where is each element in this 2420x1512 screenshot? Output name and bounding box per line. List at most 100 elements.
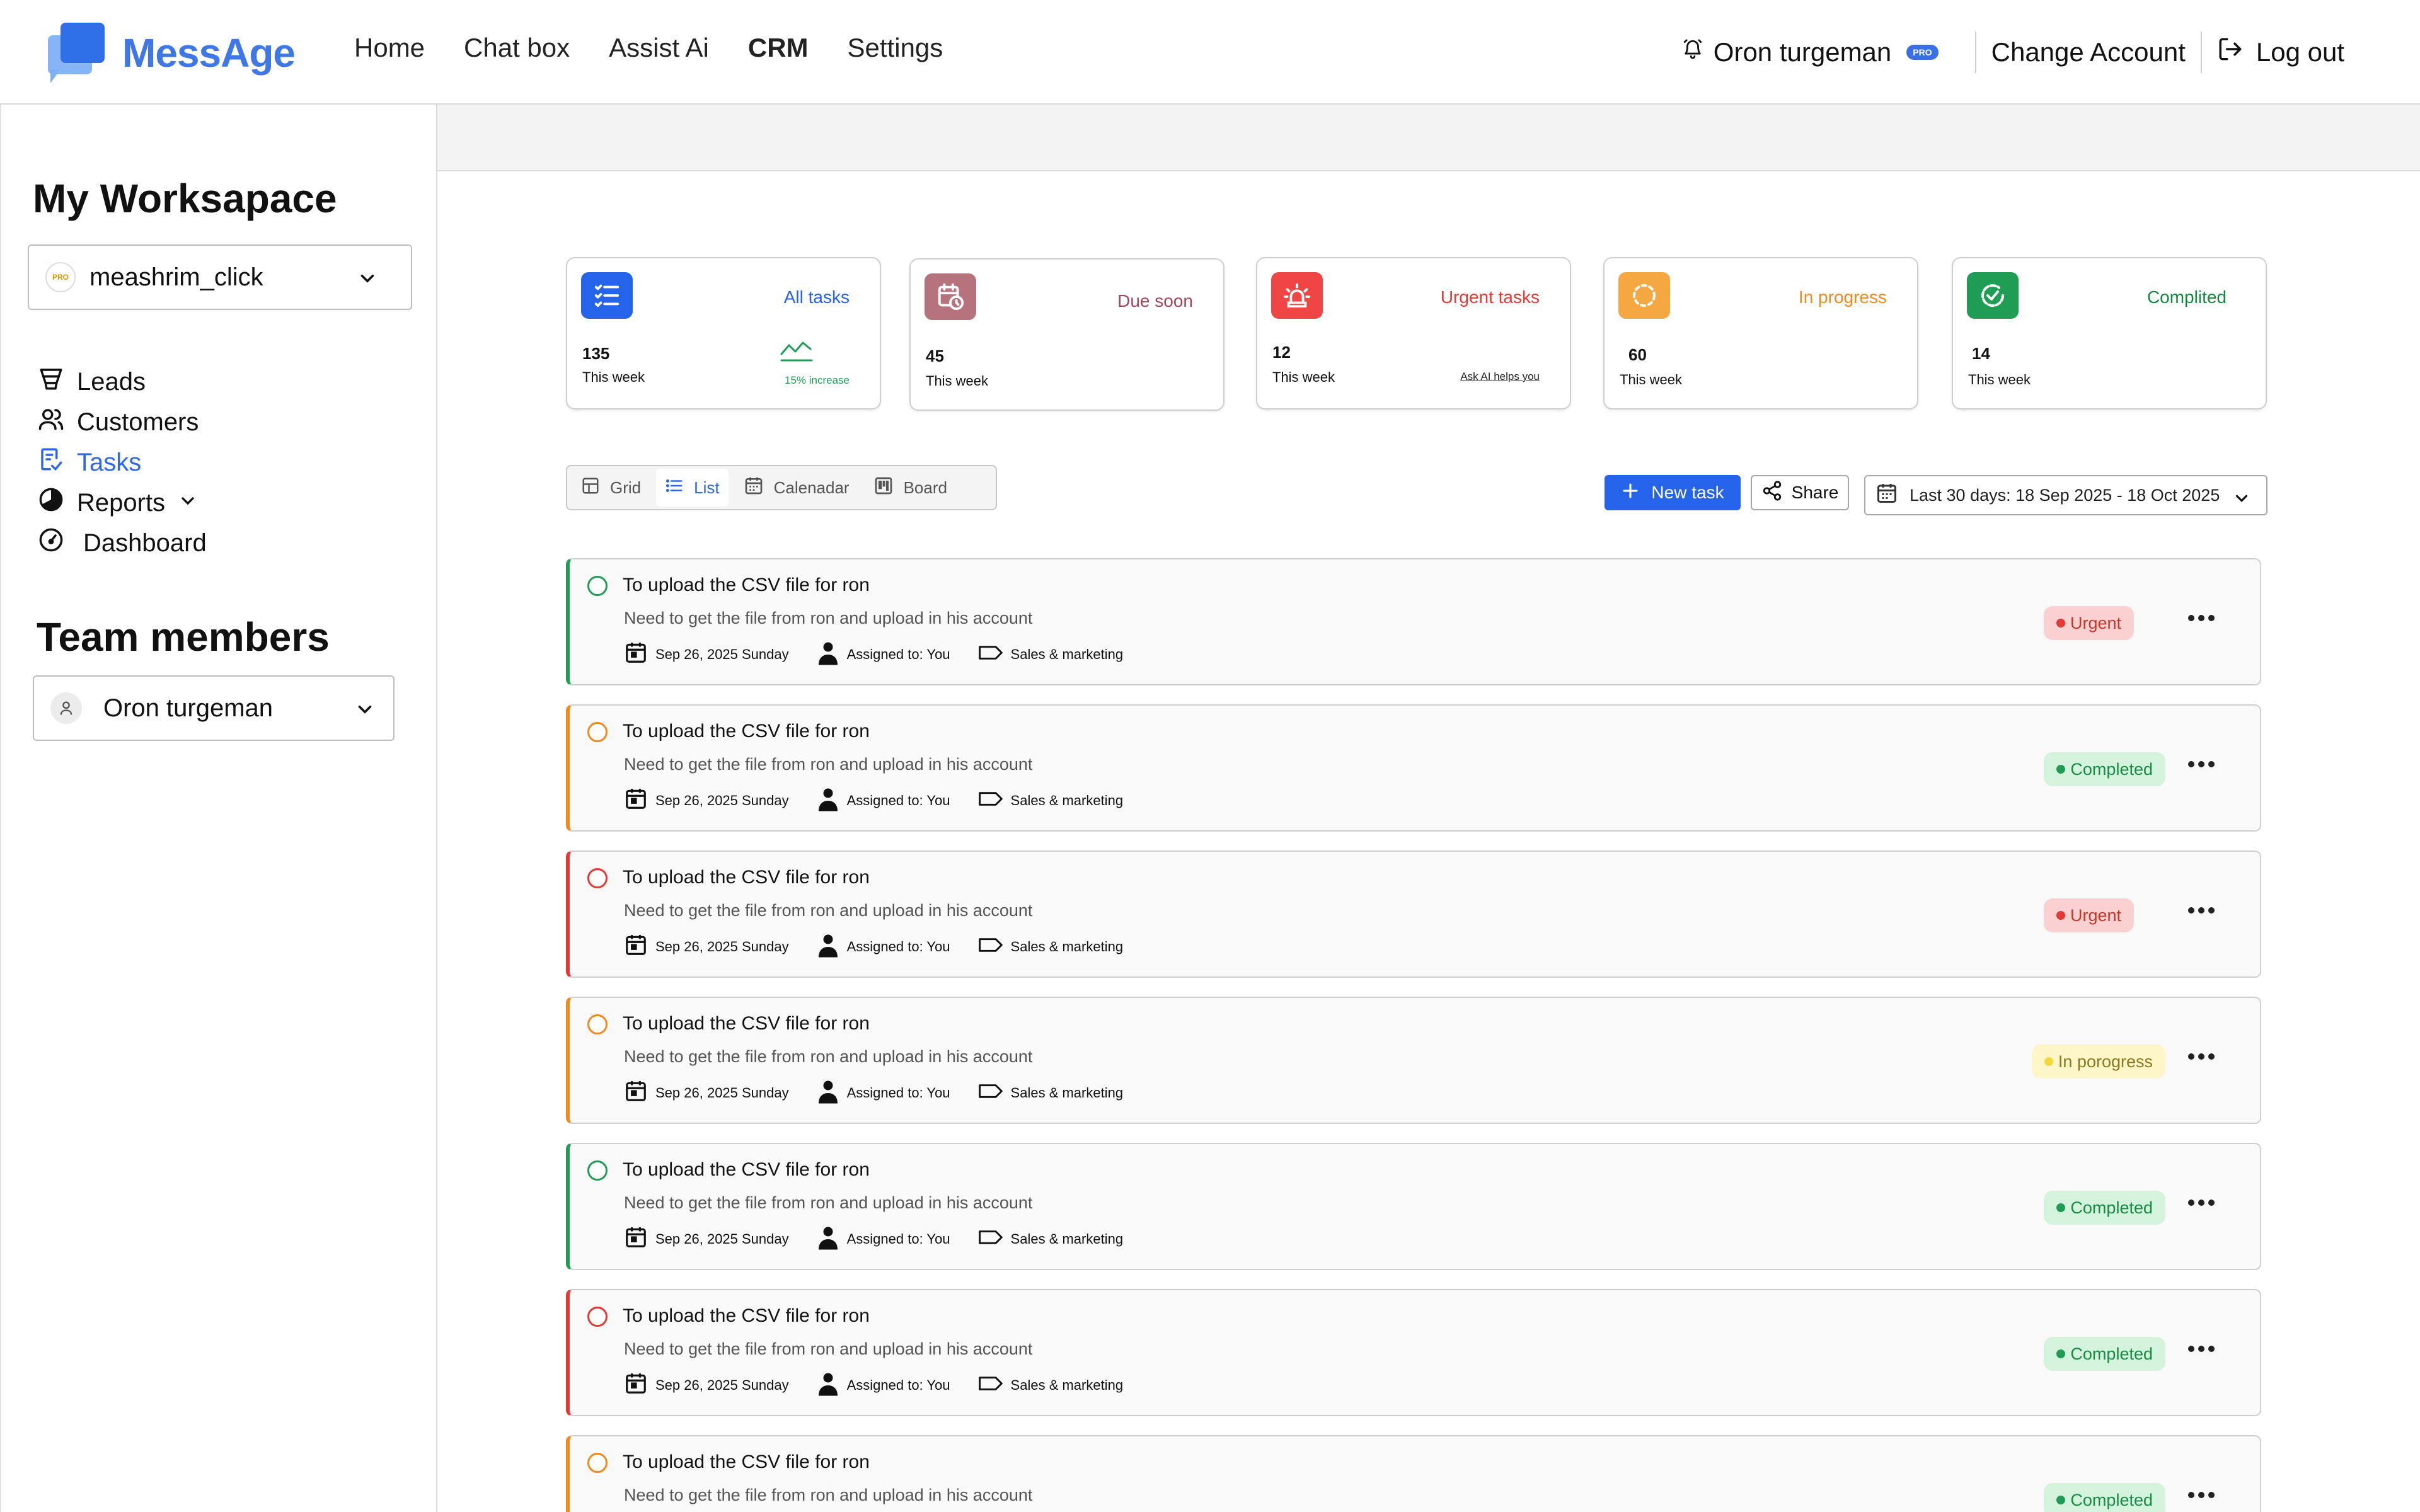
task-complete-checkbox[interactable] [587, 1160, 608, 1181]
logout-icon [2217, 36, 2244, 69]
task-date-text: Sep 26, 2025 Sunday [655, 1085, 789, 1101]
task-complete-checkbox[interactable] [587, 868, 608, 888]
ask-ai-link[interactable]: Ask AI helps you [1460, 370, 1540, 383]
chat-bubbles-icon [48, 23, 106, 83]
task-assignee: Assigned to: You [817, 640, 950, 669]
more-options-icon[interactable] [2188, 1346, 2215, 1352]
stat-sub: This week [926, 373, 989, 389]
sidebar-item-label: Tasks [77, 448, 142, 476]
view-tab-label: Board [903, 478, 947, 497]
task-tag-text: Sales & marketing [1010, 939, 1124, 954]
workspace-select[interactable]: PRO meashrim_click [28, 244, 412, 310]
view-calendar-tab[interactable]: Calenadar [735, 469, 858, 507]
sidebar-item-customers[interactable]: Customers [38, 402, 207, 442]
sidebar-item-label: Leads [77, 367, 146, 396]
task-description: Need to get the file from ron and upload… [624, 1339, 1033, 1358]
more-options-icon[interactable] [2188, 1492, 2215, 1498]
share-button[interactable]: Share [1751, 475, 1849, 510]
stat-card-completed[interactable]: Complited 14 This week [1952, 257, 2267, 410]
calendar-icon [624, 1225, 648, 1253]
task-date: Sep 26, 2025 Sunday [624, 933, 789, 961]
new-task-label: New task [1651, 483, 1724, 502]
more-options-icon[interactable] [2188, 615, 2215, 621]
task-complete-checkbox[interactable] [587, 1307, 608, 1327]
person-icon [817, 640, 839, 669]
stat-card-urgent-tasks[interactable]: Urgent tasks 12 This week Ask AI helps y… [1256, 257, 1571, 410]
sidebar-item-tasks[interactable]: Tasks [38, 442, 207, 483]
status-dot [2056, 1496, 2066, 1504]
more-options-icon[interactable] [2188, 1200, 2215, 1206]
task-title: To upload the CSV file for ron [623, 867, 870, 888]
stat-card-due-soon[interactable]: Due soon 45 This week [909, 258, 1224, 411]
sidebar-item-reports[interactable]: Reports [38, 483, 207, 523]
task-tag-text: Sales & marketing [1010, 793, 1124, 808]
task-date-text: Sep 26, 2025 Sunday [655, 939, 789, 954]
user-name: Oron turgeman [1713, 37, 1892, 67]
date-range-picker[interactable]: Last 30 days: 18 Sep 2025 - 18 Oct 2025 [1864, 475, 2267, 515]
person-icon [817, 932, 839, 961]
stat-label: Complited [2146, 287, 2227, 307]
funnel-icon [38, 365, 64, 398]
task-complete-checkbox[interactable] [587, 1453, 608, 1473]
task-row[interactable]: To upload the CSV file for ron Need to ge… [566, 1435, 2261, 1512]
stat-card-in-progress[interactable]: In progress 60 This week [1603, 257, 1918, 410]
task-date-text: Sep 26, 2025 Sunday [655, 793, 789, 808]
logout-button[interactable]: Log out [2217, 36, 2344, 69]
task-row[interactable]: To upload the CSV file for ron Need to ge… [566, 1289, 2261, 1416]
person-icon [50, 692, 82, 724]
task-description: Need to get the file from ron and upload… [624, 609, 1033, 627]
stat-value: 45 [926, 346, 944, 365]
task-title: To upload the CSV file for ron [623, 721, 870, 742]
person-icon [817, 786, 839, 815]
team-member-selected: Oron turgeman [103, 694, 274, 722]
brand-logo[interactable]: MessAge [48, 23, 296, 83]
chevron-down-icon [2232, 489, 2251, 512]
nav-chat-box[interactable]: Chat box [464, 33, 570, 63]
change-account-link[interactable]: Change Account [1991, 37, 2186, 67]
nav-home[interactable]: Home [354, 33, 425, 63]
sidebar-item-leads[interactable]: Leads [38, 362, 207, 402]
status-dot [2056, 765, 2066, 774]
task-row[interactable]: To upload the CSV file for ron Need to ge… [566, 704, 2261, 832]
task-date: Sep 26, 2025 Sunday [624, 641, 789, 668]
new-task-button[interactable]: New task [1605, 475, 1741, 510]
calendar-icon [624, 1079, 648, 1107]
bell-icon[interactable] [1682, 37, 1703, 67]
task-assignee-text: Assigned to: You [846, 1085, 950, 1101]
task-row[interactable]: To upload the CSV file for ron Need to ge… [566, 850, 2261, 978]
task-description: Need to get the file from ron and upload… [624, 1486, 1033, 1504]
team-members-title: Team members [37, 614, 330, 660]
view-grid-tab[interactable]: Grid [572, 469, 650, 507]
nav-settings[interactable]: Settings [848, 33, 943, 63]
sidebar-item-dashboard[interactable]: Dashboard [38, 523, 207, 563]
status-dot [2044, 1057, 2053, 1066]
task-assignee-text: Assigned to: You [846, 793, 950, 808]
task-complete-checkbox[interactable] [587, 1014, 608, 1034]
more-options-icon[interactable] [2188, 907, 2215, 914]
stat-card-all-tasks[interactable]: All tasks 135 This week 15% increase [566, 257, 881, 410]
task-complete-checkbox[interactable] [587, 722, 608, 742]
workspace-avatar: PRO [45, 262, 76, 292]
more-options-icon[interactable] [2188, 761, 2215, 767]
task-row[interactable]: To upload the CSV file for ron Need to ge… [566, 997, 2261, 1124]
task-date: Sep 26, 2025 Sunday [624, 787, 789, 815]
users-icon [38, 406, 64, 438]
more-options-icon[interactable] [2188, 1053, 2215, 1060]
workspace-selected-value: meashrim_click [89, 263, 263, 291]
view-board-tab[interactable]: Board [865, 469, 956, 507]
task-tag-text: Sales & marketing [1010, 646, 1124, 662]
nav-assist-ai[interactable]: Assist Ai [609, 33, 709, 63]
team-member-select[interactable]: Oron turgeman [33, 675, 395, 741]
user-menu[interactable]: Oron turgeman PRO [1682, 37, 1960, 67]
status-text: Urgent [2070, 613, 2121, 633]
view-list-tab[interactable]: List [656, 469, 729, 507]
tag-icon [978, 643, 1003, 666]
task-complete-checkbox[interactable] [587, 576, 608, 596]
nav-crm[interactable]: CRM [748, 33, 809, 63]
progress-circle-icon [1618, 272, 1670, 319]
person-icon [817, 1079, 839, 1108]
task-row[interactable]: To upload the CSV file for ron Need to ge… [566, 1143, 2261, 1270]
task-title: To upload the CSV file for ron [623, 1159, 870, 1180]
status-text: Urgent [2070, 905, 2121, 925]
task-row[interactable]: To upload the CSV file for ron Need to ge… [566, 558, 2261, 685]
